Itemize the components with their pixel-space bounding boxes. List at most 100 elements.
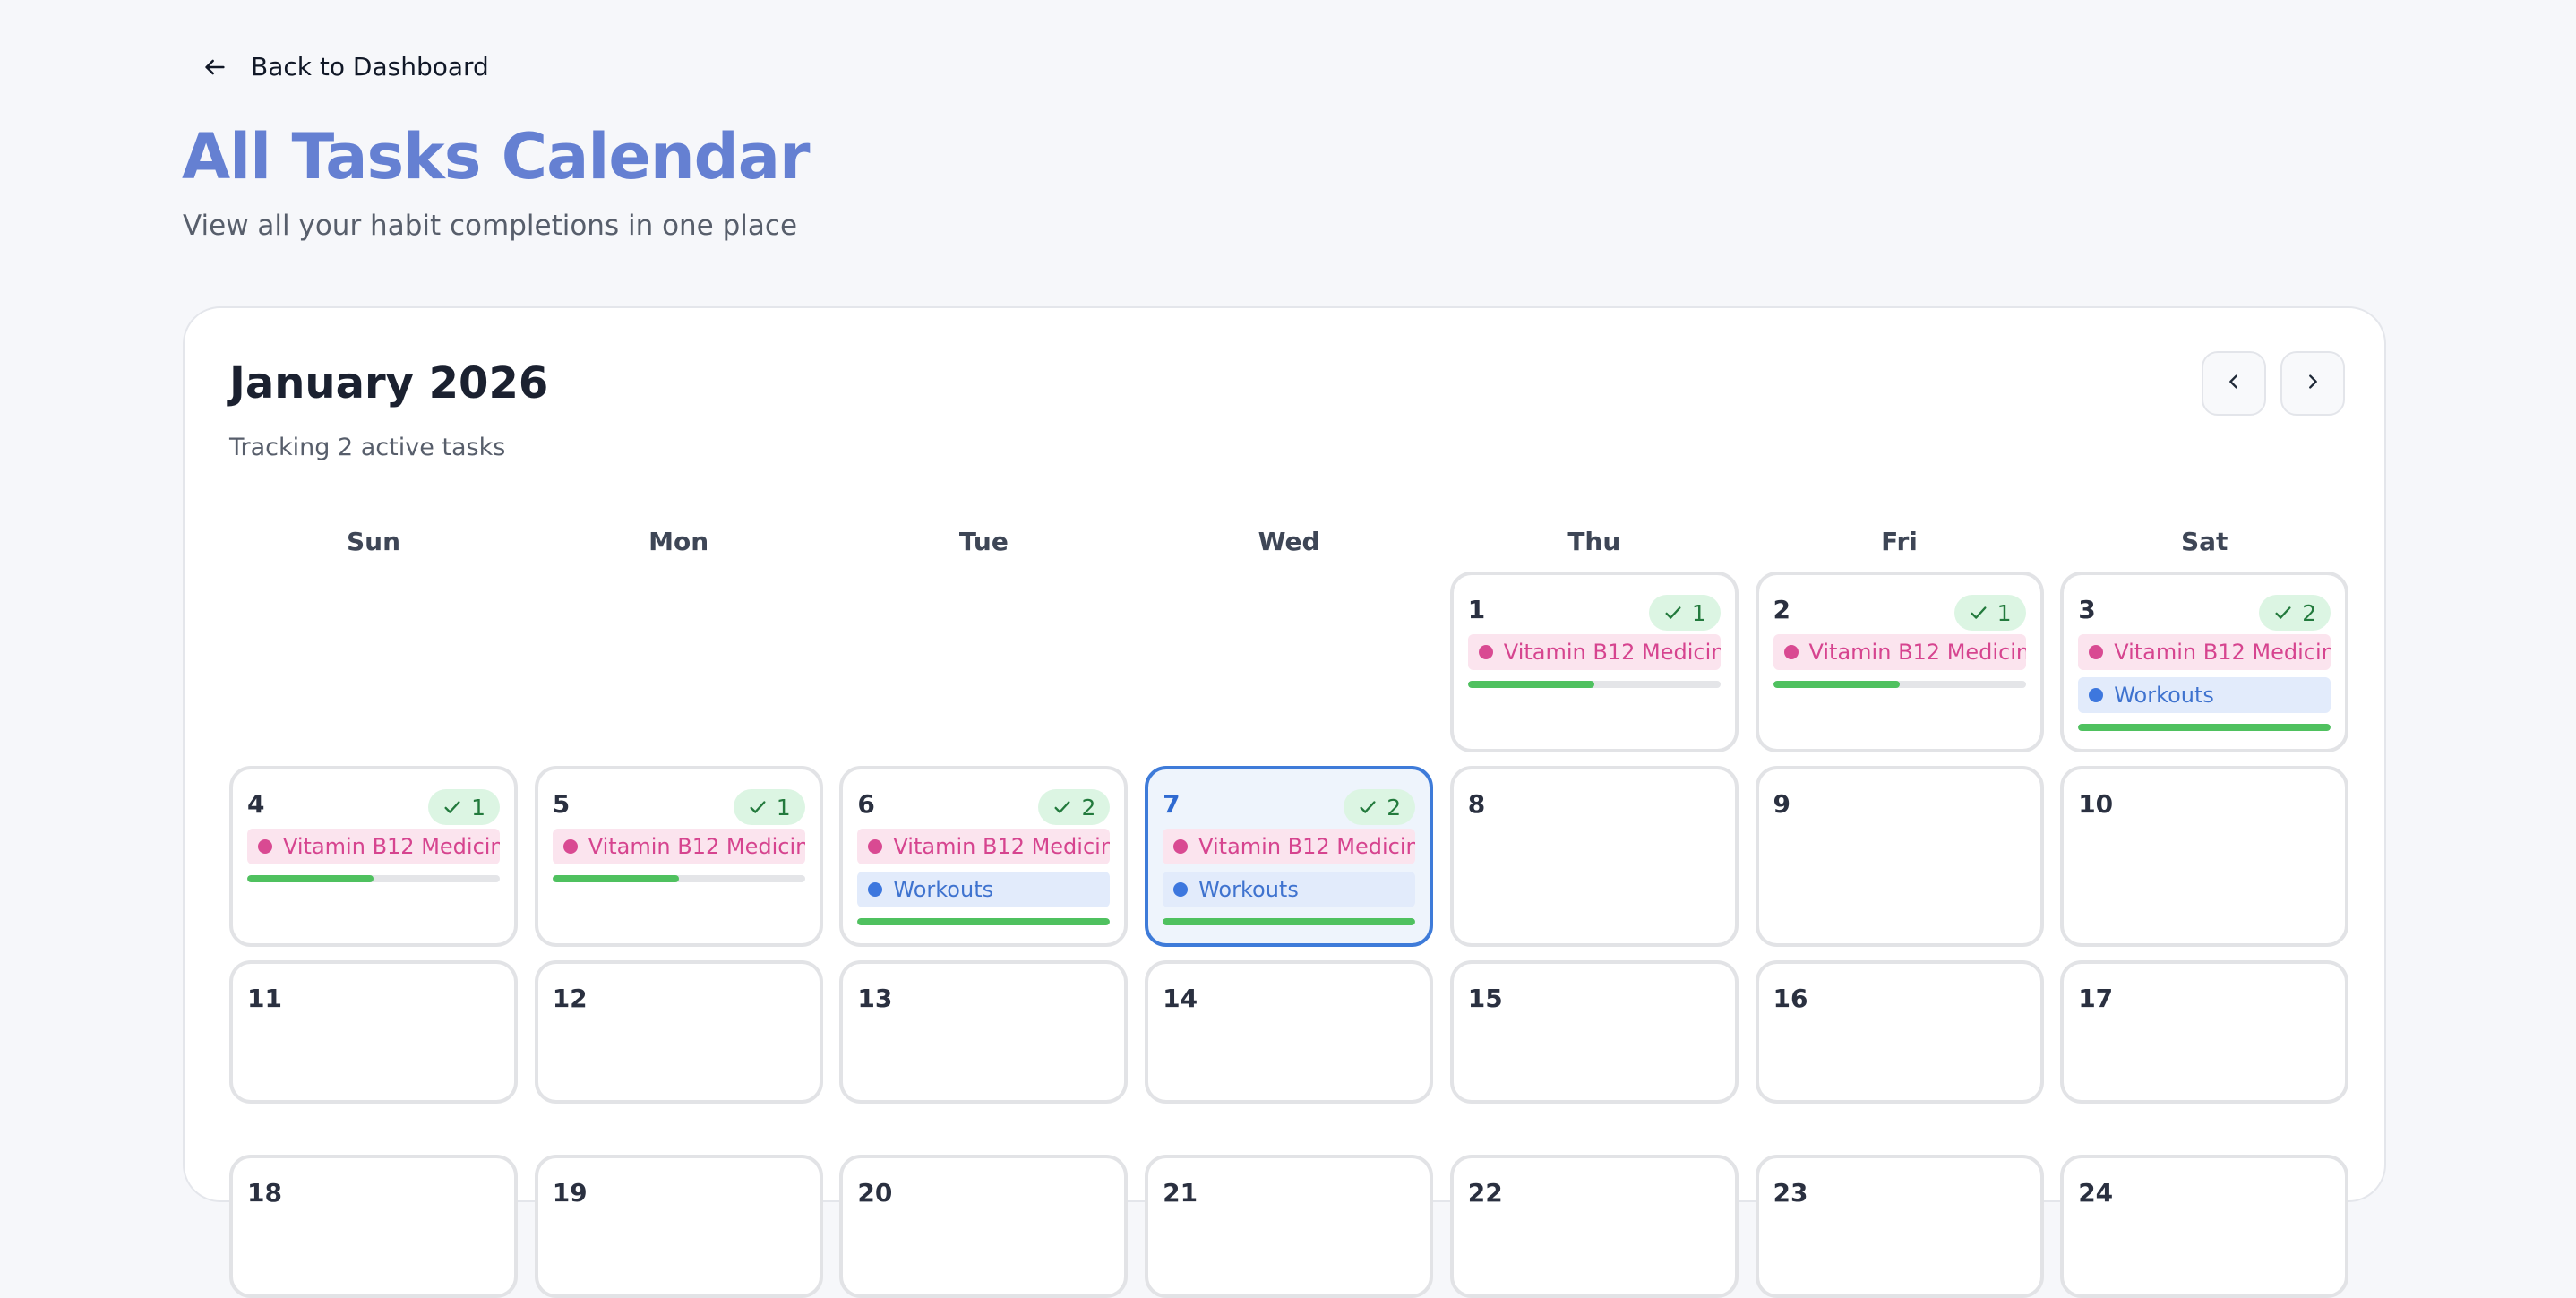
previous-month-button[interactable]: [2202, 351, 2266, 416]
check-icon: [1052, 797, 1072, 817]
day-cell-11[interactable]: 11: [229, 960, 518, 1104]
completion-count: 1: [1691, 599, 1706, 626]
day-cell-12[interactable]: 12: [534, 960, 823, 1104]
task-label: Vitamin B12 Medicine: [588, 834, 805, 859]
day-number: 3: [2078, 595, 2096, 624]
check-icon: [748, 797, 768, 817]
day-cell-21[interactable]: 21: [1145, 1155, 1434, 1298]
day-cell-18[interactable]: 18: [229, 1155, 518, 1298]
day-cell-17[interactable]: 17: [2060, 960, 2349, 1104]
back-to-dashboard-link[interactable]: Back to Dashboard: [201, 52, 489, 82]
day-cell-5[interactable]: 5 1 Vitamin B12 Medicine: [534, 766, 823, 947]
check-icon: [442, 797, 462, 817]
task-pill-vitamin[interactable]: Vitamin B12 Medicine: [1773, 634, 2026, 670]
task-label: Vitamin B12 Medicine: [1198, 834, 1416, 859]
arrow-left-icon: [201, 53, 229, 82]
day-number: 21: [1163, 1178, 1198, 1208]
completion-count: 1: [471, 794, 485, 821]
day-number: 5: [552, 789, 571, 819]
completion-count: 2: [2302, 599, 2317, 626]
weekday-tue: Tue: [958, 527, 1009, 556]
task-color-dot: [1173, 882, 1189, 897]
back-link-label: Back to Dashboard: [251, 52, 489, 82]
day-number: 22: [1467, 1178, 1503, 1208]
day-cell-24[interactable]: 24: [2060, 1155, 2349, 1298]
day-cell-9[interactable]: 9: [1755, 766, 2044, 947]
page-subtitle: View all your habit completions in one p…: [183, 210, 798, 242]
day-number: 12: [552, 984, 588, 1013]
day-cell-8[interactable]: 8: [1449, 766, 1739, 947]
day-number: 16: [1773, 984, 1808, 1013]
day-number: 15: [1467, 984, 1503, 1013]
day-cell-15[interactable]: 15: [1449, 960, 1739, 1104]
day-number: 9: [1773, 789, 1790, 819]
task-label: Vitamin B12 Medicine: [2114, 640, 2331, 665]
day-cell-20[interactable]: 20: [839, 1155, 1129, 1298]
chevron-left-icon: [2224, 372, 2244, 395]
completion-progress-fill: [552, 875, 679, 882]
task-color-dot: [1783, 645, 1799, 659]
page-title: All Tasks Calendar: [182, 120, 811, 193]
check-icon: [1969, 603, 1988, 623]
task-label: Vitamin B12 Medicine: [283, 834, 500, 859]
task-pill-workouts[interactable]: Workouts: [2078, 677, 2331, 713]
day-number: 19: [552, 1178, 588, 1208]
completion-count-badge: 1: [1953, 595, 2026, 631]
day-number: 4: [247, 789, 265, 819]
task-pill-vitamin[interactable]: Vitamin B12 Medicine: [857, 829, 1111, 864]
next-month-button[interactable]: [2280, 351, 2345, 416]
month-title: January 2026: [229, 358, 549, 408]
task-label: Vitamin B12 Medicine: [1503, 640, 1721, 665]
task-pill-workouts[interactable]: Workouts: [1163, 872, 1416, 907]
day-cell-10[interactable]: 10: [2060, 766, 2349, 947]
day-number: 18: [247, 1178, 282, 1208]
day-cell-16[interactable]: 16: [1755, 960, 2044, 1104]
day-cell-14[interactable]: 14: [1145, 960, 1434, 1104]
day-cell-23[interactable]: 23: [1755, 1155, 2044, 1298]
task-color-dot: [2089, 645, 2104, 659]
check-icon: [1663, 603, 1683, 623]
weekday-wed: Wed: [1258, 527, 1320, 556]
completion-count: 2: [1387, 794, 1402, 821]
task-pill-vitamin[interactable]: Vitamin B12 Medicine: [2078, 634, 2331, 670]
day-number: 14: [1163, 984, 1198, 1013]
task-color-dot: [562, 839, 578, 854]
task-pill-vitamin[interactable]: Vitamin B12 Medicine: [1163, 829, 1416, 864]
day-cell-4[interactable]: 4 1 Vitamin B12 Medicine: [229, 766, 518, 947]
day-cell-1[interactable]: 1 1 Vitamin B12 Medicine: [1449, 572, 1739, 752]
task-color-dot: [2089, 688, 2104, 702]
completion-count-badge: 1: [1648, 595, 1721, 631]
weekday-sun: Sun: [346, 527, 401, 556]
check-icon: [2273, 603, 2293, 623]
task-pill-vitamin[interactable]: Vitamin B12 Medicine: [1467, 634, 1721, 670]
chevron-right-icon: [2303, 372, 2323, 395]
completion-count-badge: 1: [733, 789, 805, 825]
day-cell-7[interactable]: 7 2 Vitamin B12 Medicine Workouts: [1145, 766, 1434, 947]
weekday-mon: Mon: [648, 527, 709, 556]
day-cell-13[interactable]: 13: [839, 960, 1129, 1104]
completion-count: 2: [1081, 794, 1096, 821]
task-pill-vitamin[interactable]: Vitamin B12 Medicine: [552, 829, 805, 864]
day-cell-22[interactable]: 22: [1449, 1155, 1739, 1298]
tracking-text: Tracking 2 active tasks: [229, 434, 506, 461]
task-pill-workouts[interactable]: Workouts: [857, 872, 1111, 907]
day-number: 24: [2078, 1178, 2114, 1208]
calendar-card: January 2026 Tracking 2 active tasks Sun…: [183, 306, 2386, 1298]
day-cell-2[interactable]: 2 1 Vitamin B12 Medicine: [1755, 572, 2044, 752]
completion-count-badge: 2: [1344, 789, 1416, 825]
day-number: 6: [857, 789, 875, 819]
day-cell-19[interactable]: 19: [534, 1155, 823, 1298]
task-color-dot: [1173, 839, 1189, 854]
completion-count-badge: 2: [2259, 595, 2331, 631]
day-cell-3[interactable]: 3 2 Vitamin B12 Medicine Workouts: [2060, 572, 2349, 752]
weekday-thu: Thu: [1567, 527, 1621, 556]
completion-progress-fill: [1163, 918, 1416, 925]
task-pill-vitamin[interactable]: Vitamin B12 Medicine: [247, 829, 500, 864]
day-cell-6[interactable]: 6 2 Vitamin B12 Medicine Workouts: [839, 766, 1129, 947]
day-number: 2: [1773, 595, 1790, 624]
task-label: Workouts: [2114, 683, 2214, 708]
completion-progress-fill: [857, 918, 1111, 925]
completion-progress-bar: [552, 875, 805, 882]
weekday-sat: Sat: [2180, 527, 2228, 556]
completion-count-badge: 1: [428, 789, 500, 825]
